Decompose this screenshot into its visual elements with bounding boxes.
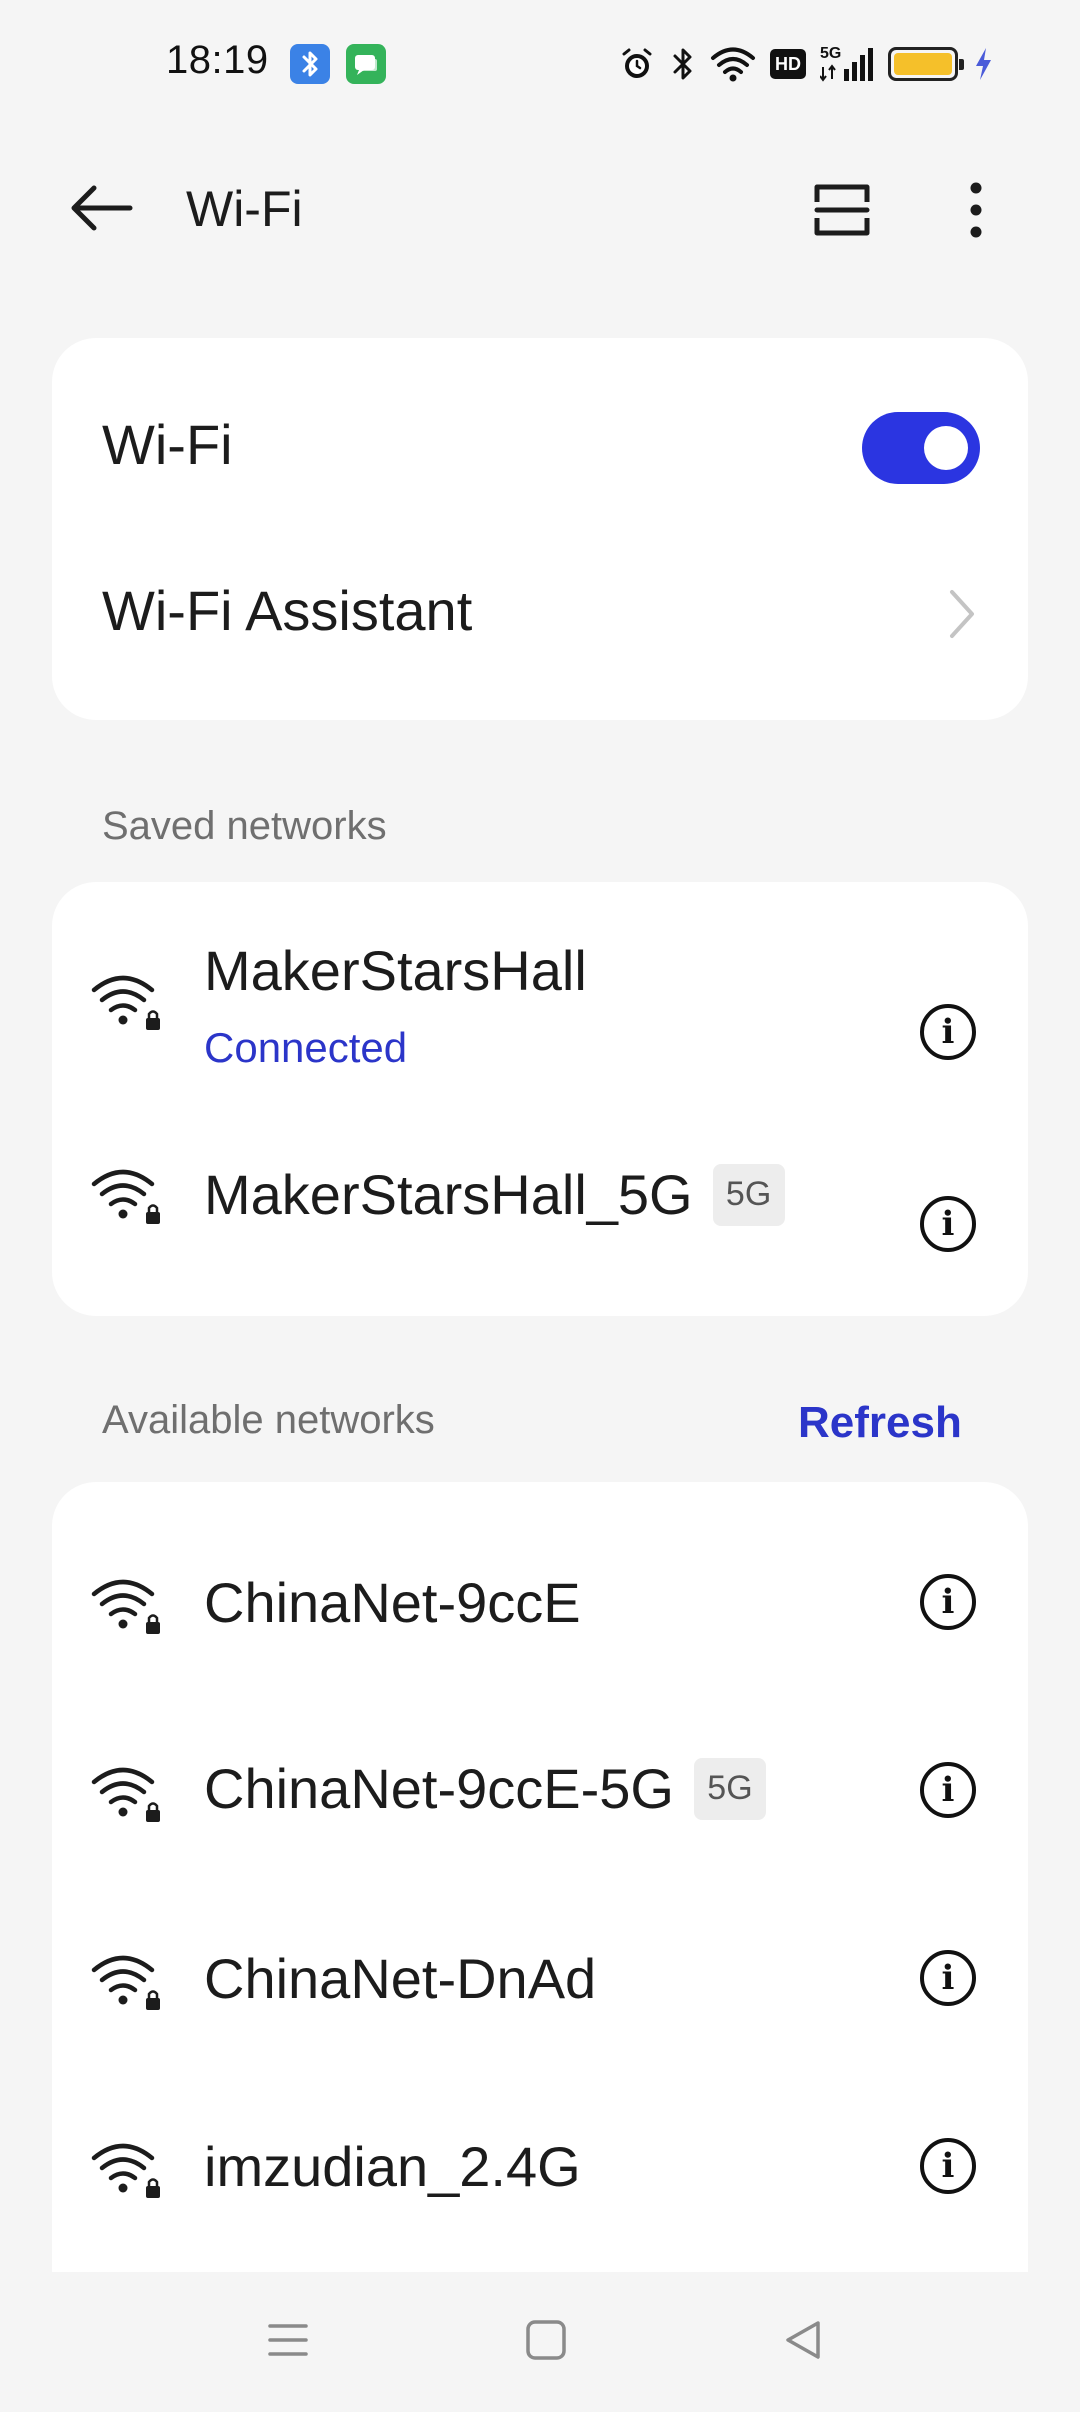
scan-icon	[814, 184, 870, 241]
network-row[interactable]: MakerStarsHall_5G 5G i	[52, 1082, 1028, 1282]
wifi-settings-card: Wi-Fi Wi-Fi Assistant	[52, 338, 1028, 720]
band-badge: 5G	[712, 1163, 785, 1226]
network-row[interactable]: MakerStarsHall Connected i	[52, 882, 1028, 1082]
info-icon: i	[941, 1582, 955, 1622]
home-icon	[524, 2318, 568, 2367]
wifi-lock-icon	[90, 1764, 164, 1824]
bluetooth-icon	[670, 45, 696, 83]
menu-icon	[266, 2320, 310, 2365]
battery-icon	[888, 47, 964, 81]
network-info-button[interactable]: i	[920, 2138, 976, 2194]
charging-icon	[972, 45, 994, 83]
more-options-button[interactable]	[946, 176, 1006, 248]
status-time: 18:19	[166, 38, 269, 82]
info-icon: i	[941, 1770, 955, 1810]
bluetooth-app-icon	[290, 44, 330, 84]
wifi-lock-icon	[90, 2140, 164, 2200]
available-networks-header: Available networks	[102, 1398, 435, 1442]
network-name-row: MakerStarsHall_5G 5G	[204, 1162, 785, 1227]
wifi-lock-icon	[90, 1166, 164, 1226]
wifi-assistant-label: Wi-Fi Assistant	[102, 579, 473, 642]
band-badge: 5G	[693, 1757, 766, 1820]
network-row[interactable]: ChinaNet-9ccE i	[52, 1512, 1028, 1700]
network-row[interactable]: imzudian_2.4G i	[52, 2076, 1028, 2264]
network-row[interactable]: ChinaNet-DnAd i	[52, 1888, 1028, 2076]
network-info-button[interactable]: i	[920, 1950, 976, 2006]
back-triangle-icon	[782, 2318, 826, 2367]
top-app-bar: Wi-Fi	[0, 150, 1080, 270]
back-button[interactable]	[60, 178, 144, 242]
network-name: MakerStarsHall_5G	[204, 1163, 693, 1226]
hd-icon: HD	[770, 49, 806, 79]
network-name: ChinaNet-DnAd	[204, 1947, 597, 2010]
5g-signal-icon: 5G	[820, 45, 874, 83]
network-name-row: ChinaNet-9ccE-5G 5G	[204, 1756, 766, 1821]
system-back-button[interactable]	[774, 2312, 834, 2372]
saved-networks-card: MakerStarsHall Connected i MakerStarsHal…	[52, 882, 1028, 1316]
system-navigation-bar	[0, 2272, 1080, 2412]
scan-button[interactable]	[806, 176, 878, 248]
network-info-button[interactable]: i	[920, 1574, 976, 1630]
network-row[interactable]: ChinaNet-9ccE-5G 5G i	[52, 1700, 1028, 1888]
saved-networks-header: Saved networks	[102, 804, 387, 848]
status-bar: 18:19 HD 5G	[0, 0, 1080, 130]
wifi-label: Wi-Fi	[102, 413, 233, 476]
network-name: MakerStarsHall	[204, 939, 587, 1002]
toggle-knob	[924, 426, 968, 470]
network-info-button[interactable]: i	[920, 1004, 976, 1060]
messages-app-icon	[346, 44, 386, 84]
system-icons: HD 5G	[618, 40, 994, 88]
alarm-icon	[618, 45, 656, 83]
network-status: Connected	[204, 1024, 408, 1071]
recent-apps-button[interactable]	[258, 2312, 318, 2372]
info-icon: i	[941, 1012, 955, 1052]
info-icon: i	[941, 2146, 955, 2186]
network-info-button[interactable]: i	[920, 1196, 976, 1252]
network-name: ChinaNet-9ccE-5G	[204, 1757, 674, 1820]
battery-fill	[894, 53, 952, 75]
chevron-right-icon	[942, 586, 982, 642]
wifi-assistant-row[interactable]: Wi-Fi Assistant	[52, 556, 1028, 686]
home-button[interactable]	[516, 2312, 576, 2372]
refresh-button[interactable]: Refresh	[798, 1398, 962, 1448]
wifi-lock-icon	[90, 1576, 164, 1636]
wifi-icon	[710, 45, 756, 83]
wifi-lock-icon	[90, 972, 164, 1032]
network-info-button[interactable]: i	[920, 1762, 976, 1818]
available-networks-card: ChinaNet-9ccE i ChinaNet-9ccE-5G 5G i Ch…	[52, 1482, 1028, 2272]
info-icon: i	[941, 1204, 955, 1244]
wifi-toggle[interactable]	[862, 412, 980, 484]
network-name: ChinaNet-9ccE	[204, 1571, 581, 1634]
more-vertical-icon	[968, 182, 984, 243]
page-title: Wi-Fi	[186, 181, 303, 237]
info-icon: i	[941, 1958, 955, 1998]
arrow-left-icon	[70, 184, 134, 237]
network-name: imzudian_2.4G	[204, 2135, 581, 2198]
wifi-lock-icon	[90, 1952, 164, 2012]
